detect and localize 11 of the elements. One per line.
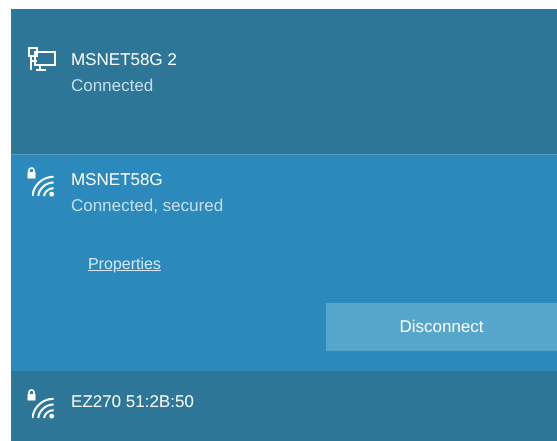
properties-link[interactable]: Properties (88, 253, 161, 277)
network-name: MSNET58G 2 (71, 49, 177, 71)
network-name: EZ270 51:2B:50 (71, 391, 194, 413)
wifi-icon (32, 173, 56, 197)
disconnect-button[interactable]: Disconnect (326, 303, 557, 351)
network-status: Connected, secured (71, 195, 224, 217)
network-status: Connected (71, 75, 154, 97)
wifi-icon (32, 395, 56, 419)
network-item[interactable]: EZ270 51:2B:50 (11, 371, 557, 421)
network-name: MSNET58G (71, 169, 164, 191)
selected-network-item[interactable]: MSNET58G Connected, secured Properties Disconnect (11, 155, 557, 371)
